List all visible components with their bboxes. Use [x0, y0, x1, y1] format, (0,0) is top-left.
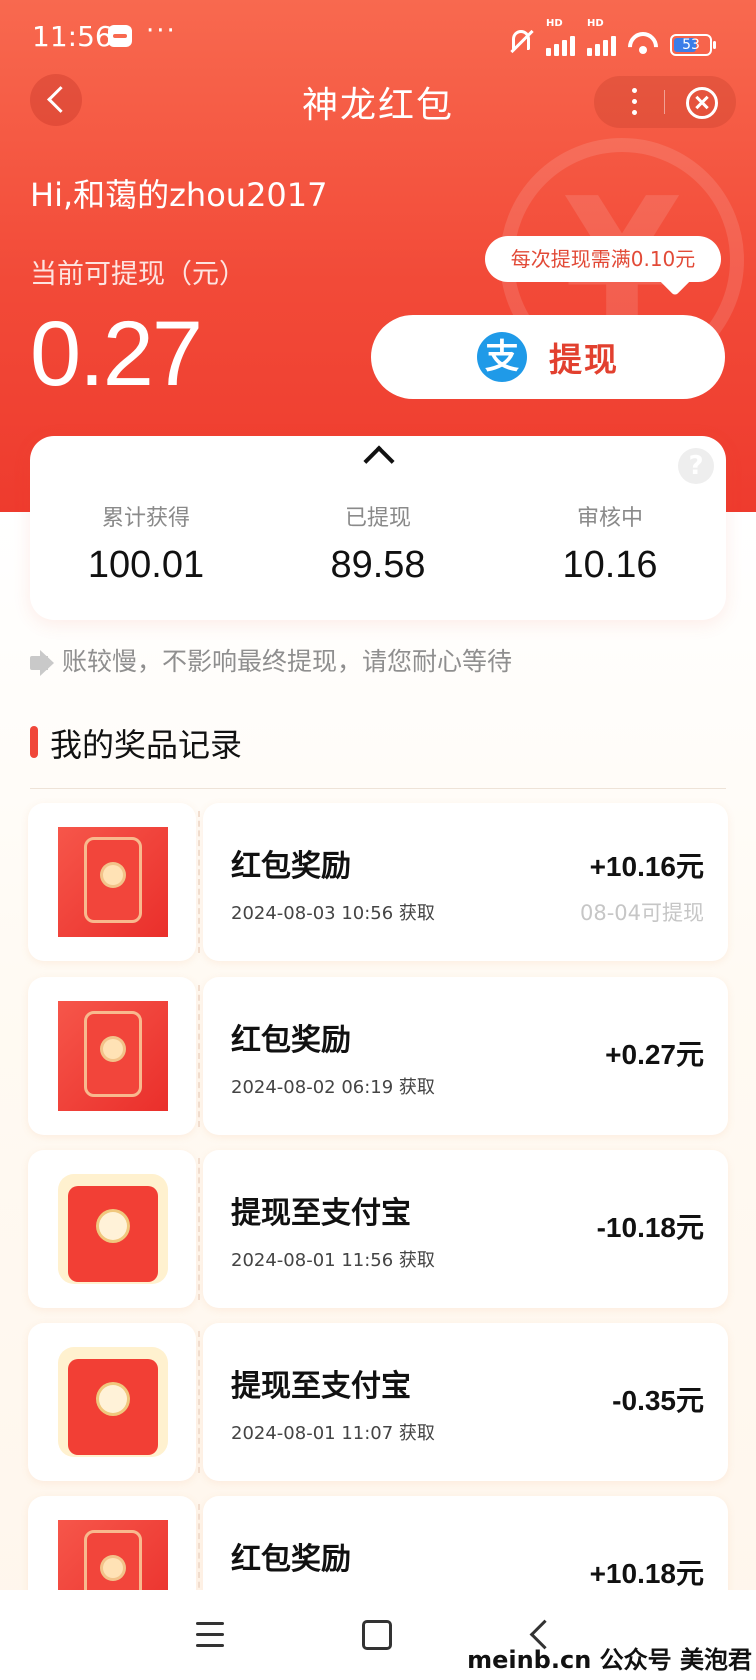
- stat-value: 89.58: [330, 544, 426, 586]
- section-accent-bar: [30, 726, 38, 758]
- record-amount: +0.27元: [605, 1039, 704, 1070]
- min-withdraw-tip: 每次提现需满0.10元: [485, 236, 721, 282]
- stat-label: 累计获得: [101, 506, 190, 531]
- collapse-chevron-icon[interactable]: [363, 445, 395, 477]
- withdraw-button-label: 提现: [549, 340, 619, 379]
- record-time: 2024-08-02 06:19 获取: [231, 1077, 435, 1098]
- menu-icon[interactable]: [196, 1622, 224, 1647]
- signal-icon: HD: [587, 18, 616, 56]
- withdrawable-amount: 0.27: [30, 303, 203, 405]
- record-title: 提现至支付宝: [231, 1369, 411, 1404]
- red-envelope-icon: [58, 827, 168, 937]
- stat-total-earned: 累计获得 100.01: [30, 500, 262, 587]
- status-time: 11:56: [32, 20, 113, 53]
- record-amount: +10.16元: [589, 851, 704, 882]
- record-info-panel: 提现至支付宝 2024-08-01 11:07 获取 -0.35元: [203, 1323, 728, 1481]
- more-menu-icon[interactable]: [632, 88, 638, 116]
- alipay-icon: 支: [477, 332, 527, 382]
- source-watermark: meinb.cn 公众号 美泡君: [467, 1646, 752, 1674]
- record-item[interactable]: 提现至支付宝 2024-08-01 11:07 获取 -0.35元: [28, 1323, 728, 1481]
- status-bar: 11:56 ··· HD HD 53: [0, 0, 756, 74]
- withdrawable-label: 当前可提现（元）: [30, 259, 246, 290]
- record-title: 红包奖励: [231, 1542, 351, 1577]
- mini-program-capsule: [594, 76, 736, 128]
- record-icon-panel: [28, 1150, 196, 1308]
- capsule-divider: [664, 90, 665, 114]
- notice-bar: 账较慢，不影响最终提现，请您耐心等待: [30, 642, 512, 678]
- record-item[interactable]: 提现至支付宝 2024-08-01 11:56 获取 -10.18元: [28, 1150, 728, 1308]
- red-envelope-icon: [58, 1347, 168, 1457]
- stat-under-review: 审核中 10.16: [494, 500, 726, 587]
- section-divider: [30, 788, 726, 789]
- more-notifications-icon: ···: [146, 16, 177, 46]
- perforation-divider: [198, 811, 200, 953]
- hd-badge: HD: [587, 18, 604, 29]
- withdraw-button[interactable]: 支 提现: [371, 315, 725, 399]
- mute-bell-icon: [508, 28, 534, 56]
- perforation-divider: [198, 1158, 200, 1300]
- record-info-panel: 提现至支付宝 2024-08-01 11:56 获取 -10.18元: [203, 1150, 728, 1308]
- perforation-divider: [198, 1331, 200, 1473]
- stat-label: 已提现: [344, 506, 411, 531]
- signal-icon: HD: [546, 18, 575, 56]
- record-info-panel: 红包奖励 2024-08-03 10:56 获取 +10.16元 08-04可提…: [203, 803, 728, 961]
- battery-icon: 53: [670, 34, 716, 56]
- record-title: 提现至支付宝: [231, 1196, 411, 1231]
- section-title: 我的奖品记录: [50, 726, 243, 764]
- stat-value: 100.01: [87, 544, 205, 586]
- battery-level: 53: [682, 37, 700, 53]
- record-item[interactable]: 红包奖励 2024-08-02 06:19 获取 +0.27元: [28, 977, 728, 1135]
- close-icon[interactable]: [686, 87, 718, 119]
- stats-card: ? 累计获得 100.01 已提现 89.58 审核中 10.16: [30, 436, 726, 620]
- greeting: Hi,和蔼的zhou2017: [30, 176, 328, 214]
- wifi-icon: [628, 30, 658, 56]
- home-icon[interactable]: [362, 1620, 392, 1650]
- record-title: 红包奖励: [231, 1023, 351, 1058]
- speaker-icon: [30, 650, 54, 676]
- record-amount: -0.35元: [612, 1385, 704, 1416]
- help-icon[interactable]: ?: [678, 448, 714, 484]
- record-info-panel: 红包奖励 2024-08-02 06:19 获取 +0.27元: [203, 977, 728, 1135]
- record-amount: +10.18元: [589, 1558, 704, 1589]
- message-icon: [108, 25, 132, 47]
- record-icon-panel: [28, 977, 196, 1135]
- record-time: 2024-08-01 11:07 获取: [231, 1423, 435, 1444]
- notice-text: 账较慢，不影响最终提现，请您耐心等待: [62, 647, 513, 676]
- record-time: 2024-08-01 11:56 获取: [231, 1250, 435, 1271]
- red-envelope-icon: [58, 1001, 168, 1111]
- perforation-divider: [198, 985, 200, 1127]
- red-envelope-icon: [58, 1174, 168, 1284]
- record-icon-panel: [28, 803, 196, 961]
- record-icon-panel: [28, 1323, 196, 1481]
- stat-value: 10.16: [562, 544, 658, 586]
- hd-badge: HD: [546, 18, 563, 29]
- record-title: 红包奖励: [231, 849, 351, 884]
- record-item[interactable]: 红包奖励 2024-08-03 10:56 获取 +10.16元 08-04可提…: [28, 803, 728, 961]
- record-time: 2024-08-03 10:56 获取: [231, 903, 435, 924]
- record-note: 08-04可提现: [579, 901, 704, 925]
- record-amount: -10.18元: [596, 1212, 704, 1243]
- stat-label: 审核中: [576, 506, 643, 531]
- stat-withdrawn: 已提现 89.58: [262, 500, 494, 587]
